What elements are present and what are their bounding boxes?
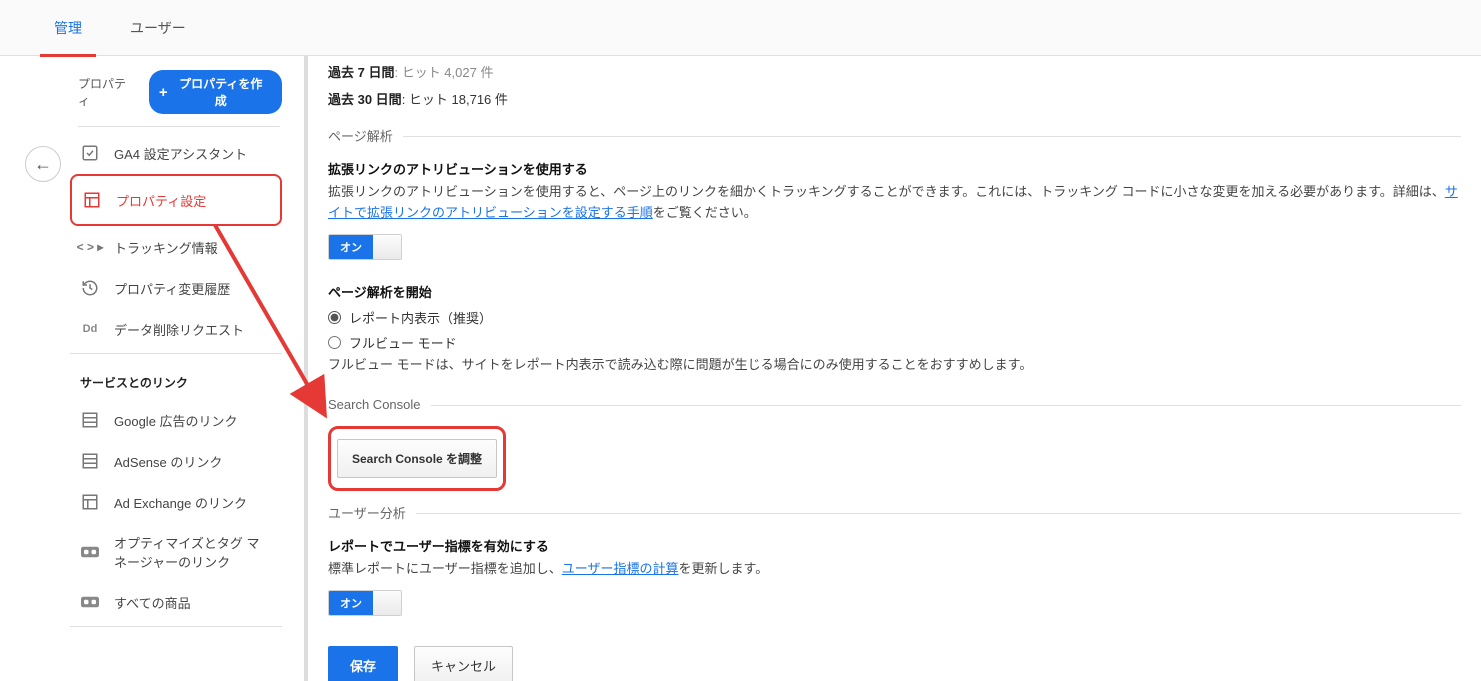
checkbox-icon <box>80 143 100 163</box>
stat-label: 過去 30 日間 <box>328 92 402 107</box>
sidebar-item-label: GA4 設定アシスタント <box>114 144 247 163</box>
section-label: ユーザー分析 <box>328 503 406 522</box>
sidebar-item-change-history[interactable]: プロパティ変更履歴 <box>70 268 282 308</box>
user-metrics-help-link[interactable]: ユーザー指標の計算 <box>562 561 679 576</box>
divider <box>70 626 282 627</box>
radio-label: フルビュー モード <box>349 333 457 352</box>
tab-admin[interactable]: 管理 <box>30 0 106 56</box>
user-metrics-toggle[interactable]: オン <box>328 590 402 616</box>
layout-icon <box>82 190 102 210</box>
sidebar-item-label: オプティマイズとタグ マネージャーのリンク <box>114 533 264 571</box>
sidebar-item-label: Google 広告のリンク <box>114 411 238 430</box>
stat-value: : ヒット 4,027 件 <box>394 65 493 80</box>
radio-report-view[interactable]: レポート内表示（推奨） <box>328 305 1461 330</box>
toggle-off-side <box>373 591 401 615</box>
tab-users[interactable]: ユーザー <box>106 0 210 56</box>
back-button[interactable]: ← <box>25 146 61 182</box>
radio-input[interactable] <box>328 311 341 324</box>
section-label: Search Console <box>328 397 421 412</box>
sidebar-item-tracking-info[interactable]: < > ▸ トラッキング情報 <box>70 227 282 267</box>
plus-icon: + <box>159 85 168 100</box>
sidebar-item-label: トラッキング情報 <box>114 238 218 257</box>
section-search-console: Search Console <box>328 397 1461 412</box>
search-console-highlight: Search Console を調整 <box>328 426 506 491</box>
property-label: プロパティ <box>78 75 137 109</box>
link-icon <box>80 592 100 612</box>
ext-link-title: 拡張リンクのアトリビューションを使用する <box>328 159 1461 178</box>
stat-label: 過去 7 日間 <box>328 65 394 80</box>
create-property-button[interactable]: + プロパティを作成 <box>149 70 282 114</box>
history-icon <box>80 278 100 298</box>
sidebar-item-optimize[interactable]: オプティマイズとタグ マネージャーのリンク <box>70 523 282 581</box>
layout-icon <box>80 492 100 512</box>
sidebar-item-ad-exchange[interactable]: Ad Exchange のリンク <box>70 482 282 522</box>
grid-icon <box>80 410 100 430</box>
fullview-note: フルビュー モードは、サイトをレポート内表示で読み込む際に問題が生じる場合にのみ… <box>328 355 1461 376</box>
sidebar-item-data-delete[interactable]: Dd データ削除リクエスト <box>70 309 282 349</box>
grid-icon <box>80 451 100 471</box>
stat-row-30d: 過去 30 日間: ヒット 18,716 件 <box>328 89 1461 108</box>
sidebar-item-label: プロパティ設定 <box>116 191 206 210</box>
toggle-off-side <box>373 235 401 259</box>
section-user-analysis: ユーザー分析 <box>328 503 1461 522</box>
radio-input[interactable] <box>328 336 341 349</box>
stat-value: : ヒット 18,716 件 <box>402 92 508 107</box>
link-icon <box>80 542 100 562</box>
toggle-on-label: オン <box>329 235 373 259</box>
user-metrics-desc: 標準レポートにユーザー指標を追加し、ユーザー指標の計算を更新します。 <box>328 559 1461 580</box>
start-page-analysis-title: ページ解析を開始 <box>328 282 1461 301</box>
radio-label: レポート内表示（推奨） <box>349 308 492 327</box>
ext-link-toggle[interactable]: オン <box>328 234 402 260</box>
radio-fullview[interactable]: フルビュー モード <box>328 330 1461 355</box>
sidebar-item-all-products[interactable]: すべての商品 <box>70 582 282 622</box>
main-panel: 過去 7 日間: ヒット 4,027 件 過去 30 日間: ヒット 18,71… <box>304 56 1481 681</box>
toggle-on-label: オン <box>329 591 373 615</box>
sidebar-item-label: データ削除リクエスト <box>114 320 244 339</box>
sidebar-item-adsense[interactable]: AdSense のリンク <box>70 441 282 481</box>
code-icon: < > ▸ <box>80 237 100 257</box>
section-page-analysis: ページ解析 <box>328 126 1461 145</box>
dd-icon: Dd <box>80 319 100 339</box>
divider <box>78 126 280 127</box>
ext-link-desc: 拡張リンクのアトリビューションを使用すると、ページ上のリンクを細かくトラッキング… <box>328 182 1461 224</box>
adjust-search-console-button[interactable]: Search Console を調整 <box>337 439 497 478</box>
stat-row-7d: 過去 7 日間: ヒット 4,027 件 <box>328 62 1461 81</box>
arrow-left-icon: ← <box>34 154 52 175</box>
sidebar-item-label: Ad Exchange のリンク <box>114 493 247 512</box>
create-property-label: プロパティを作成 <box>174 75 268 109</box>
sidebar-item-label: AdSense のリンク <box>114 452 222 471</box>
sidebar-item-google-ads[interactable]: Google 広告のリンク <box>70 400 282 440</box>
sidebar: プロパティ + プロパティを作成 ← GA4 設定アシスタント プロパティ設定 <box>0 56 300 681</box>
user-metrics-title: レポートでユーザー指標を有効にする <box>328 536 1461 555</box>
sidebar-item-ga4[interactable]: GA4 設定アシスタント <box>70 133 282 173</box>
section-label: ページ解析 <box>328 126 393 145</box>
save-button[interactable]: 保存 <box>328 646 398 681</box>
section-service-link: サービスとのリンク <box>70 356 300 399</box>
sidebar-item-label: プロパティ変更履歴 <box>114 279 230 298</box>
sidebar-item-property-settings[interactable]: プロパティ設定 <box>70 174 282 226</box>
divider <box>70 353 282 354</box>
sidebar-item-label: すべての商品 <box>114 593 191 612</box>
cancel-button[interactable]: キャンセル <box>414 646 513 681</box>
top-tabs: 管理 ユーザー <box>0 0 1481 56</box>
